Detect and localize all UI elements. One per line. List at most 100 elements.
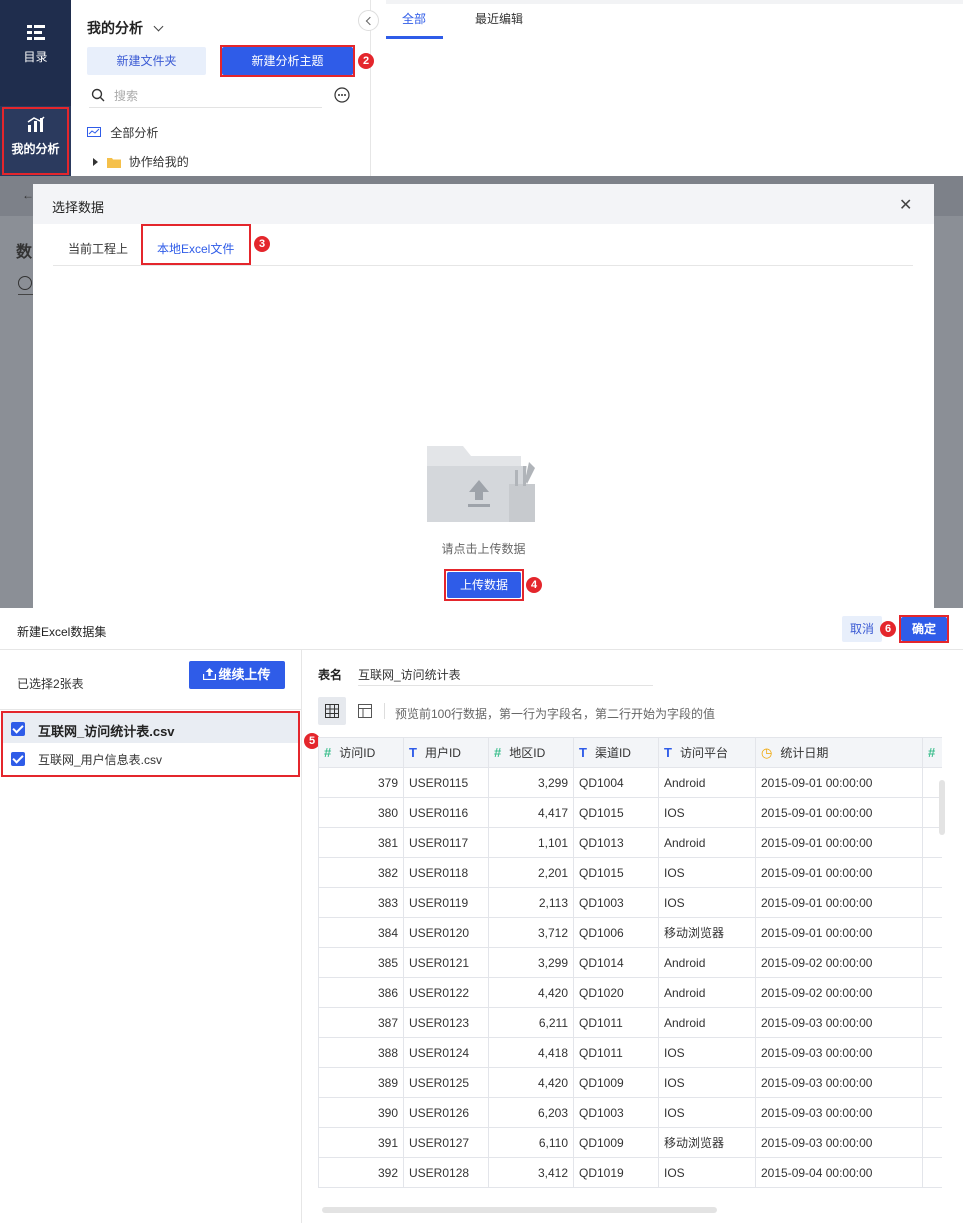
tab-recent[interactable]: 最近编辑 bbox=[475, 10, 523, 27]
table-cell: USER0119 bbox=[403, 887, 489, 918]
table-cell: QD1013 bbox=[573, 827, 659, 858]
table-body: 379 USER0115 3,299 QD1004 Android 2015-09-01 … bbox=[318, 767, 942, 1188]
column-header[interactable]: ◷ 统计日期 bbox=[755, 737, 923, 768]
table-cell: USER0121 bbox=[403, 947, 489, 978]
cancel-button[interactable]: 取消 bbox=[842, 616, 882, 642]
table-cell: 2,113 bbox=[488, 887, 574, 918]
background-title-fragment: 数 bbox=[16, 244, 33, 261]
dialog-header: 选择数据 ✕ bbox=[33, 184, 934, 224]
file-list-panel: 已选择2张表 继续上传 互联网_访问统计表.csv 互联网_用户信息表.csv bbox=[0, 650, 302, 1223]
table-row: 387 USER0123 6,211 QD1011 Android 2015-09-03 … bbox=[318, 1007, 942, 1038]
text-type-icon[interactable]: T bbox=[664, 745, 672, 760]
dataset-header: 新建Excel数据集 取消 6 确定 bbox=[0, 608, 963, 650]
search-box[interactable]: 搜索 bbox=[89, 84, 322, 108]
table-cell: USER0120 bbox=[403, 917, 489, 948]
tab-all[interactable]: 全部 bbox=[402, 10, 426, 27]
chevron-down-icon bbox=[153, 21, 164, 32]
table-cell: 386 bbox=[318, 977, 404, 1008]
number-type-icon[interactable]: # bbox=[494, 745, 501, 760]
sidebar-title[interactable]: 我的分析 bbox=[87, 18, 164, 38]
file-checkbox[interactable] bbox=[11, 721, 25, 736]
file-item[interactable]: 互联网_用户信息表.csv bbox=[2, 743, 299, 773]
grid-view-button[interactable] bbox=[318, 697, 346, 725]
tree-item-shared-label: 协作给我的 bbox=[128, 155, 189, 169]
column-header-overflow: # bbox=[922, 737, 942, 768]
column-header[interactable]: # 地区ID bbox=[488, 737, 574, 768]
left-nav: 目录 我的分析 bbox=[0, 0, 71, 176]
column-header[interactable]: T 访问平台 bbox=[658, 737, 756, 768]
background-search-icon bbox=[18, 276, 32, 290]
table-cell-overflow bbox=[922, 1097, 942, 1128]
table-cell: 389 bbox=[318, 1067, 404, 1098]
column-header-label: 渠道ID bbox=[594, 746, 631, 760]
table-cell: 2015-09-04 00:00:00 bbox=[755, 1157, 923, 1188]
nav-my-analysis[interactable]: 我的分析 bbox=[0, 106, 71, 176]
text-type-icon[interactable]: T bbox=[409, 745, 417, 760]
table-cell: 2,201 bbox=[488, 857, 574, 888]
table-cell: QD1014 bbox=[573, 947, 659, 978]
upload-data-button[interactable]: 上传数据 bbox=[447, 572, 521, 598]
table-cell: 392 bbox=[318, 1157, 404, 1188]
table-cell: 3,712 bbox=[488, 917, 574, 948]
vertical-scrollbar[interactable] bbox=[939, 780, 945, 835]
file-checkbox[interactable] bbox=[11, 751, 25, 766]
table-cell-overflow bbox=[922, 1037, 942, 1068]
step-badge-6: 6 bbox=[880, 621, 896, 637]
sidebar-title-text: 我的分析 bbox=[87, 20, 143, 36]
column-header[interactable]: T 渠道ID bbox=[573, 737, 659, 768]
column-header[interactable]: T 用户ID bbox=[403, 737, 489, 768]
grid-view-icon bbox=[325, 704, 339, 718]
new-topic-button[interactable]: 新建分析主题 bbox=[222, 47, 353, 75]
date-type-icon[interactable]: ◷ bbox=[761, 745, 772, 761]
new-excel-dataset-panel: 新建Excel数据集 取消 6 确定 已选择2张表 继续上传 互联网_访问统计表… bbox=[0, 608, 963, 1223]
table-row: 392 USER0128 3,412 QD1019 IOS 2015-09-04 00:0… bbox=[318, 1157, 942, 1188]
tab-local-excel[interactable]: 本地Excel文件 bbox=[157, 240, 234, 257]
table-cell: 4,417 bbox=[488, 797, 574, 828]
table-cell: 384 bbox=[318, 917, 404, 948]
table-cell: USER0126 bbox=[403, 1097, 489, 1128]
table-cell-overflow bbox=[922, 917, 942, 948]
table-cell: 2015-09-03 00:00:00 bbox=[755, 1007, 923, 1038]
table-name-input[interactable]: 互联网_访问统计表 bbox=[358, 666, 653, 686]
more-options-icon[interactable] bbox=[334, 87, 350, 103]
horizontal-scrollbar[interactable] bbox=[322, 1207, 717, 1213]
collapse-sidebar-button[interactable] bbox=[358, 10, 379, 31]
analysis-monitor-icon bbox=[87, 126, 101, 137]
text-type-icon[interactable]: T bbox=[579, 745, 587, 760]
analysis-sidebar: 我的分析 新建文件夹 新建分析主题 搜索 全部分析 协作给我的 bbox=[71, 0, 371, 176]
column-header[interactable]: # 访问ID bbox=[318, 737, 404, 768]
file-item-active[interactable]: 互联网_访问统计表.csv bbox=[2, 713, 299, 743]
analysis-chart-icon bbox=[27, 116, 45, 132]
new-folder-button[interactable]: 新建文件夹 bbox=[87, 47, 206, 75]
table-cell-overflow bbox=[922, 1127, 942, 1158]
search-input[interactable]: 搜索 bbox=[114, 87, 138, 104]
table-row: 381 USER0117 1,101 QD1013 Android 2015-09-01 … bbox=[318, 827, 942, 858]
column-header-label: 地区ID bbox=[509, 746, 546, 760]
table-cell: USER0122 bbox=[403, 977, 489, 1008]
table-cell: 6,203 bbox=[488, 1097, 574, 1128]
nav-catalog[interactable]: 目录 bbox=[0, 24, 71, 65]
number-type-icon[interactable]: # bbox=[324, 745, 331, 760]
preview-table-wrap: # 访问ID T 用户ID # 地区ID T 渠道ID T 访问平台 ◷ 统计日期 # 379 USER0… bbox=[318, 737, 942, 1203]
tree-item-shared[interactable]: 协作给我的 bbox=[93, 153, 189, 170]
table-cell-overflow bbox=[922, 887, 942, 918]
tab-current-project[interactable]: 当前工程上 bbox=[68, 240, 128, 257]
file-name: 互联网_用户信息表.csv bbox=[38, 753, 163, 767]
confirm-button[interactable]: 确定 bbox=[901, 617, 947, 641]
table-cell: Android bbox=[658, 947, 756, 978]
table-cell-overflow bbox=[922, 1067, 942, 1098]
layout-view-icon[interactable] bbox=[358, 704, 372, 718]
table-cell: 3,412 bbox=[488, 1157, 574, 1188]
chevron-left-icon bbox=[365, 16, 375, 26]
table-cell: 381 bbox=[318, 827, 404, 858]
dialog-title: 选择数据 bbox=[52, 200, 105, 215]
table-cell: QD1004 bbox=[573, 767, 659, 798]
table-cell: 2015-09-03 00:00:00 bbox=[755, 1067, 923, 1098]
table-cell: 6,211 bbox=[488, 1007, 574, 1038]
caret-right-icon bbox=[93, 157, 98, 166]
table-cell: 2015-09-01 00:00:00 bbox=[755, 797, 923, 828]
tree-item-all[interactable]: 全部分析 bbox=[87, 124, 158, 141]
continue-upload-button[interactable]: 继续上传 bbox=[189, 661, 285, 689]
close-icon[interactable]: ✕ bbox=[899, 195, 912, 215]
table-cell-overflow bbox=[922, 977, 942, 1008]
